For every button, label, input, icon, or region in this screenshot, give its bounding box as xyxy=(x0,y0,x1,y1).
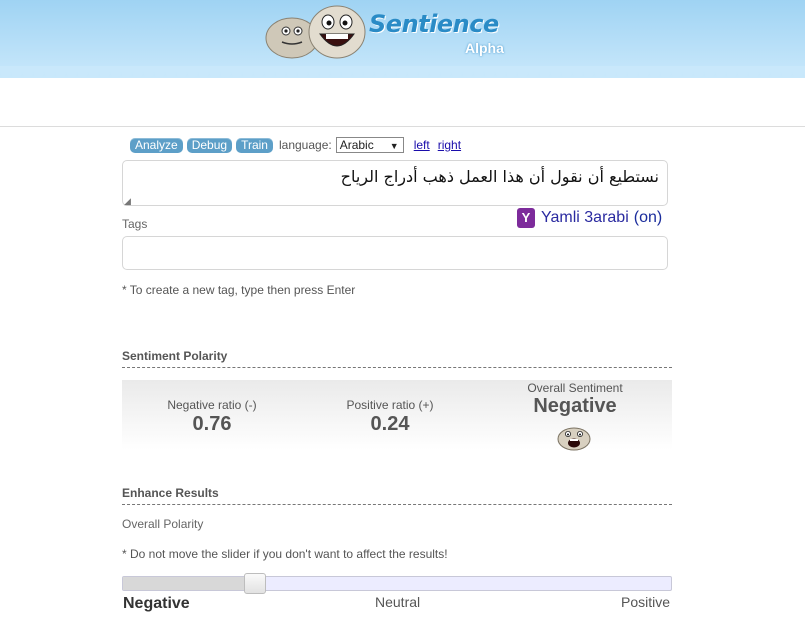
yamli-toggle[interactable]: Y Yamli 3arabi (on) xyxy=(517,208,662,228)
language-select[interactable]: Arabic ▼ xyxy=(335,137,404,153)
yamli-logo-icon: Y xyxy=(517,208,535,228)
language-select-value: Arabic xyxy=(339,138,374,152)
enhance-divider xyxy=(122,504,672,505)
app-version: Alpha xyxy=(465,40,504,56)
align-left-link[interactable]: left xyxy=(414,138,430,152)
yamli-label[interactable]: Yamli 3arabi xyxy=(541,209,629,227)
yamli-status-value[interactable]: on xyxy=(639,209,657,226)
positive-ratio: Positive ratio (+) 0.24 xyxy=(330,398,450,436)
enhance-section-title: Enhance Results xyxy=(122,486,219,500)
sentiment-section-title: Sentiment Polarity xyxy=(122,349,228,363)
align-right-link[interactable]: right xyxy=(438,138,461,152)
tags-hint: * To create a new tag, type then press E… xyxy=(122,283,356,297)
header-scallop-edge xyxy=(0,66,805,80)
yamli-status-close: ) xyxy=(656,209,663,226)
positive-ratio-label: Positive ratio (+) xyxy=(346,398,434,412)
train-button[interactable]: Train xyxy=(236,137,273,153)
slider-hint: * Do not move the slider if you don't wa… xyxy=(122,547,448,561)
negative-ratio-value: 0.76 xyxy=(192,413,232,435)
app-title: Sentience xyxy=(369,10,499,38)
overall-sentiment: Overall Sentiment Negative xyxy=(505,381,645,418)
overall-sentiment-label: Overall Sentiment xyxy=(527,381,623,395)
text-input[interactable]: نستطيع أن نقول أن هذا العمل ذهب أدراج ال… xyxy=(122,160,668,206)
positive-ratio-value: 0.24 xyxy=(370,413,410,435)
header-divider xyxy=(0,126,805,127)
resize-grip-icon[interactable]: ◢ xyxy=(124,196,131,206)
chevron-down-icon: ▼ xyxy=(389,141,399,151)
tags-label: Tags xyxy=(122,217,148,231)
analyze-button[interactable]: Analyze xyxy=(130,137,183,153)
scale-neutral-label: Neutral xyxy=(375,594,421,610)
debug-button[interactable]: Debug xyxy=(186,137,233,153)
scale-negative-label: Negative xyxy=(123,595,190,612)
sentiment-divider xyxy=(122,367,672,368)
polarity-slider[interactable] xyxy=(122,573,672,594)
overall-sentiment-value: Negative xyxy=(533,395,617,417)
scale-positive-label: Positive xyxy=(621,594,671,610)
negative-ratio-label: Negative ratio (-) xyxy=(167,398,257,412)
language-label: language: xyxy=(278,138,332,152)
overall-polarity-label: Overall Polarity xyxy=(122,517,204,531)
negative-ratio: Negative ratio (-) 0.76 xyxy=(152,398,272,436)
sad-rock-face-icon xyxy=(557,427,591,451)
polarity-slider-fill xyxy=(123,577,255,590)
toolbar: Analyze Debug Train language: Arabic ▼ l… xyxy=(130,137,461,153)
polarity-slider-handle[interactable] xyxy=(243,573,266,594)
yamli-status[interactable]: (on) xyxy=(634,209,662,227)
tags-input[interactable] xyxy=(122,236,668,270)
